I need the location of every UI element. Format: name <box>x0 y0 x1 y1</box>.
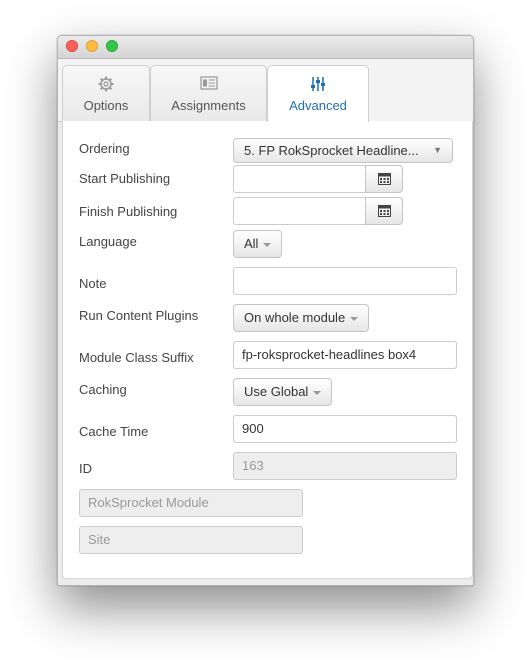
start-publishing-label: Start Publishing <box>79 171 171 186</box>
id-label: ID <box>79 461 92 476</box>
cache-time-label: Cache Time <box>79 424 149 439</box>
caret-down-icon <box>350 316 359 321</box>
minimize-window-button[interactable] <box>86 40 98 52</box>
language-select[interactable]: All <box>233 230 283 258</box>
calendar-icon <box>378 173 391 185</box>
id-field: 163 <box>233 452 457 480</box>
caching-label: Caching <box>79 382 127 397</box>
start-publishing-input[interactable] <box>233 165 366 193</box>
close-window-button[interactable] <box>66 40 78 52</box>
tab-options-label: Options <box>83 98 129 113</box>
language-value: All <box>244 236 259 251</box>
chevron-down-icon: ▼ <box>433 145 442 155</box>
sliders-icon <box>268 76 368 94</box>
run-content-plugins-label: Run Content Plugins <box>79 308 199 323</box>
start-publishing-calendar-button[interactable] <box>365 165 403 193</box>
client-field: Site <box>79 526 303 554</box>
caret-down-icon <box>313 390 322 395</box>
gear-icon <box>63 76 149 94</box>
maximize-window-button[interactable] <box>106 40 118 52</box>
run-content-plugins-select[interactable]: On whole module <box>233 304 370 332</box>
module-class-suffix-input[interactable]: fp-roksprocket-headlines box4 <box>233 341 457 369</box>
module-class-suffix-label: Module Class Suffix <box>79 350 194 365</box>
ordering-select[interactable]: 5. FP RokSprocket Headline... ▼ <box>233 138 453 163</box>
ordering-value: 5. FP RokSprocket Headline... <box>244 143 419 158</box>
module-edit-window: Options Assignments Advanced Ordering 5.… <box>57 35 474 586</box>
language-label: Language <box>79 234 137 249</box>
tab-advanced[interactable]: Advanced <box>267 65 369 122</box>
finish-publishing-input[interactable] <box>233 197 366 225</box>
title-bar <box>58 36 473 59</box>
run-content-plugins-value: On whole module <box>244 310 346 325</box>
tab-bar: Options Assignments Advanced <box>58 59 473 122</box>
finish-publishing-label: Finish Publishing <box>79 204 178 219</box>
cache-time-input[interactable]: 900 <box>233 415 457 443</box>
ordering-label: Ordering <box>79 141 130 156</box>
caching-value: Use Global <box>244 384 309 399</box>
caching-select[interactable]: Use Global <box>233 378 333 406</box>
caret-down-icon <box>263 242 272 247</box>
tab-assignments[interactable]: Assignments <box>150 65 267 121</box>
advanced-panel: Ordering 5. FP RokSprocket Headline... ▼… <box>62 121 473 579</box>
tab-advanced-label: Advanced <box>289 98 347 113</box>
tab-assignments-label: Assignments <box>171 98 246 113</box>
note-input[interactable] <box>233 267 457 295</box>
tab-options[interactable]: Options <box>62 65 150 121</box>
note-label: Note <box>79 276 107 291</box>
list-icon <box>151 76 266 94</box>
finish-publishing-calendar-button[interactable] <box>365 197 403 225</box>
module-type-field: RokSprocket Module <box>79 489 303 517</box>
calendar-icon <box>378 205 391 217</box>
